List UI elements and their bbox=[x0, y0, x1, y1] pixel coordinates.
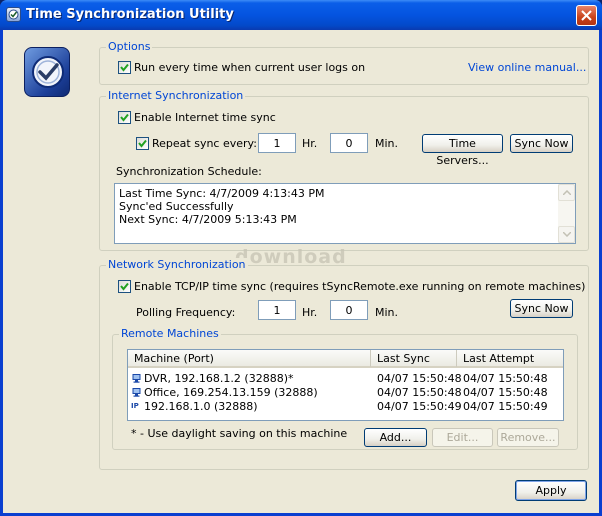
polling-hours-input[interactable] bbox=[258, 300, 296, 320]
column-last-attempt[interactable]: Last Attempt bbox=[457, 350, 563, 367]
scroll-down-button[interactable] bbox=[558, 226, 575, 243]
repeat-hours-unit: Hr. bbox=[302, 137, 318, 150]
time-servers-button[interactable]: Time Servers... bbox=[422, 134, 503, 167]
machine-cell: DVR, 192.168.1.2 (32888)* bbox=[144, 372, 294, 385]
enable-internet-sync-checkbox[interactable] bbox=[118, 111, 131, 124]
clock-icon bbox=[6, 7, 21, 22]
enable-tcpip-sync-label[interactable]: Enable TCP/IP time sync (requires tSyncR… bbox=[134, 280, 585, 293]
view-manual-link[interactable]: View online manual... bbox=[468, 61, 586, 74]
log-line: Sync'ed Successfully bbox=[119, 200, 234, 213]
client-area: Options Run every time when current user… bbox=[3, 30, 599, 513]
last-sync-cell: 04/07 15:50:49 bbox=[377, 400, 462, 413]
run-on-login-checkbox[interactable] bbox=[118, 61, 131, 74]
internet-sync-group: Internet Synchronization Enable Internet… bbox=[99, 89, 589, 251]
list-header: Machine (Port) Last Sync Last Attempt bbox=[128, 350, 563, 368]
column-last-sync[interactable]: Last Sync bbox=[371, 350, 457, 367]
schedule-label: Synchronization Schedule: bbox=[116, 165, 262, 178]
remote-machines-legend: Remote Machines bbox=[119, 327, 221, 340]
check-icon bbox=[120, 113, 129, 122]
check-icon bbox=[138, 139, 147, 148]
network-sync-legend: Network Synchronization bbox=[106, 258, 248, 271]
window-title: Time Synchronization Utility bbox=[26, 7, 234, 22]
table-row[interactable]: DVR, 192.168.1.2 (32888)* 04/07 15:50:48… bbox=[128, 371, 563, 386]
close-icon bbox=[581, 10, 592, 21]
polling-minutes-unit: Min. bbox=[375, 306, 399, 319]
title-bar[interactable]: Time Synchronization Utility bbox=[0, 0, 602, 30]
run-on-login-label[interactable]: Run every time when current user logs on bbox=[134, 61, 365, 74]
repeat-hours-input[interactable] bbox=[258, 133, 296, 153]
enable-tcpip-sync-checkbox[interactable] bbox=[118, 280, 131, 293]
repeat-minutes-unit: Min. bbox=[375, 137, 399, 150]
repeat-sync-checkbox[interactable] bbox=[136, 137, 149, 150]
internet-sync-now-button[interactable]: Sync Now bbox=[510, 134, 573, 153]
network-sync-now-button[interactable]: Sync Now bbox=[510, 299, 573, 318]
polling-frequency-label: Polling Frequency: bbox=[136, 306, 236, 319]
schedule-log[interactable]: Last Time Sync: 4/7/2009 4:13:43 PM Sync… bbox=[114, 183, 576, 244]
remote-machines-list[interactable]: Machine (Port) Last Sync Last Attempt DV… bbox=[127, 349, 564, 421]
last-attempt-cell: 04/07 15:50:48 bbox=[463, 386, 548, 399]
close-button[interactable] bbox=[576, 5, 597, 26]
log-line: Last Time Sync: 4/7/2009 4:13:43 PM bbox=[119, 187, 325, 200]
computer-icon bbox=[132, 374, 141, 383]
apply-button[interactable]: Apply bbox=[515, 480, 587, 501]
check-icon bbox=[120, 282, 129, 291]
table-row[interactable]: IP 192.168.1.0 (32888) 04/07 15:50:49 04… bbox=[128, 399, 563, 414]
last-sync-cell: 04/07 15:50:48 bbox=[377, 386, 462, 399]
edit-machine-button[interactable]: Edit... bbox=[432, 428, 493, 447]
check-icon bbox=[120, 63, 129, 72]
last-sync-cell: 04/07 15:50:48 bbox=[377, 372, 462, 385]
ip-icon: IP bbox=[131, 402, 139, 410]
column-machine[interactable]: Machine (Port) bbox=[128, 350, 371, 367]
polling-hours-unit: Hr. bbox=[302, 306, 318, 319]
chevron-up-icon bbox=[563, 190, 571, 195]
options-legend: Options bbox=[106, 40, 153, 53]
log-line: Next Sync: 4/7/2009 5:13:43 PM bbox=[119, 213, 297, 226]
repeat-minutes-input[interactable] bbox=[330, 133, 368, 153]
computer-icon bbox=[132, 388, 141, 397]
enable-internet-sync-label[interactable]: Enable Internet time sync bbox=[134, 111, 276, 124]
remove-machine-button[interactable]: Remove... bbox=[497, 428, 559, 447]
app-window: Time Synchronization Utility Options Run… bbox=[0, 0, 602, 516]
repeat-sync-label[interactable]: Repeat sync every: bbox=[152, 137, 257, 150]
scroll-up-button[interactable] bbox=[558, 184, 575, 201]
polling-minutes-input[interactable] bbox=[330, 300, 368, 320]
daylight-footnote: * - Use daylight saving on this machine bbox=[131, 427, 348, 440]
table-row[interactable]: Office, 169.254.13.159 (32888) 04/07 15:… bbox=[128, 385, 563, 400]
internet-sync-legend: Internet Synchronization bbox=[106, 89, 246, 102]
options-group: Options Run every time when current user… bbox=[99, 40, 589, 85]
add-machine-button[interactable]: Add... bbox=[364, 428, 427, 447]
app-logo-icon bbox=[24, 47, 70, 97]
log-scrollbar[interactable] bbox=[558, 184, 575, 243]
machine-cell: Office, 169.254.13.159 (32888) bbox=[144, 386, 318, 399]
last-attempt-cell: 04/07 15:50:49 bbox=[463, 400, 548, 413]
chevron-down-icon bbox=[563, 232, 571, 237]
machine-cell: 192.168.1.0 (32888) bbox=[144, 400, 258, 413]
last-attempt-cell: 04/07 15:50:48 bbox=[463, 372, 548, 385]
